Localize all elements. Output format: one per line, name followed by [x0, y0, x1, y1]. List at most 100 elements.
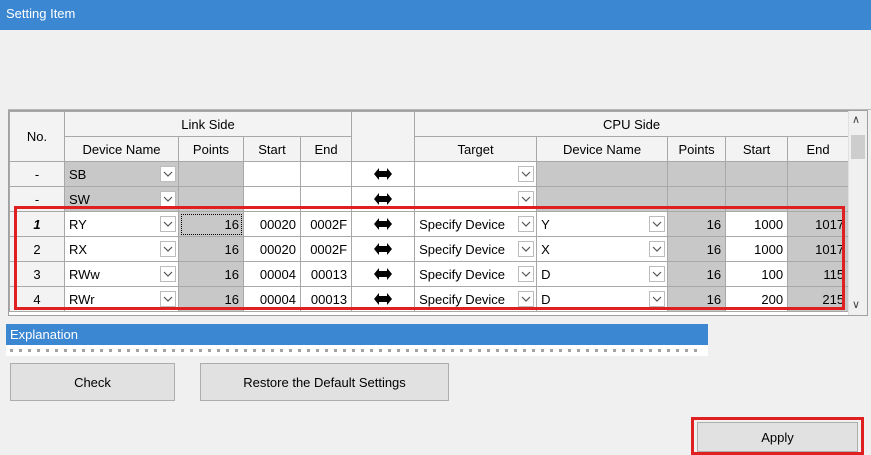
table-row[interactable]: 1 RY 16 00020 0002F Specify Device Y 16 1000 1017: [9, 211, 850, 237]
link-start-cell[interactable]: [243, 161, 301, 187]
link-start-cell[interactable]: 00020: [243, 211, 301, 237]
cpu-start-cell[interactable]: 1000: [725, 236, 789, 262]
link-points-cell-text: 16: [224, 291, 239, 307]
link-device-dropdown-text: SB: [69, 166, 87, 182]
link-end-cell[interactable]: 00013: [299, 261, 353, 287]
cpu-end-cell: 1017: [787, 211, 850, 237]
explanation-title: Explanation: [10, 327, 78, 342]
target-dropdown[interactable]: Specify Device: [414, 261, 538, 287]
cpu-start-cell[interactable]: 100: [725, 261, 789, 287]
link-points-cell-text: 16: [224, 241, 239, 257]
link-points-cell[interactable]: 16: [178, 286, 244, 312]
table-row[interactable]: 2 RX 16 00020 0002F Specify Device X 16 1000 1017: [9, 236, 850, 262]
link-end-cell[interactable]: 0002F: [299, 211, 353, 237]
link-start-cell[interactable]: [243, 186, 301, 212]
explanation-header: Explanation: [6, 324, 708, 345]
link-end-cell[interactable]: 0002F: [299, 236, 353, 262]
cpu-start-cell[interactable]: 1000: [725, 211, 789, 237]
bidirectional-arrow-icon: [351, 211, 416, 237]
target-dropdown[interactable]: Specify Device: [414, 236, 538, 262]
cpu-end-cell: [787, 161, 850, 187]
chevron-down-icon[interactable]: [160, 291, 176, 307]
restore-default-button[interactable]: Restore the Default Settings: [200, 363, 449, 401]
link-side-header: Link Side: [63, 111, 353, 137]
cpu-start-cell[interactable]: 200: [725, 286, 789, 312]
cpu-points-cell-text: 16: [706, 291, 722, 307]
check-button[interactable]: Check: [10, 363, 175, 401]
link-start-cell-text: 00004: [259, 266, 296, 282]
link-points-cell[interactable]: 16: [178, 261, 244, 287]
scroll-down-icon[interactable]: ∨: [852, 298, 860, 311]
link-end-cell[interactable]: [299, 186, 353, 212]
target-dropdown[interactable]: [414, 161, 538, 187]
chevron-down-icon[interactable]: [518, 216, 535, 232]
chevron-down-icon[interactable]: [160, 191, 176, 207]
link-points-cell[interactable]: [178, 186, 244, 212]
chevron-down-icon[interactable]: [649, 266, 666, 282]
cpu-end-cell-text: 215: [822, 291, 845, 307]
target-dropdown[interactable]: Specify Device: [414, 211, 538, 237]
chevron-down-icon[interactable]: [649, 241, 666, 257]
link-end-cell-text: 0002F: [310, 216, 348, 232]
cpu-end-cell: 115: [787, 261, 850, 287]
table-row[interactable]: 3 RWw 16 00004 00013 Specify Device D 16 100 115: [9, 261, 850, 287]
link-device-dropdown[interactable]: RWw: [64, 261, 179, 287]
link-points-cell[interactable]: 16: [178, 236, 244, 262]
target-dropdown[interactable]: [414, 186, 538, 212]
link-start-cell[interactable]: 00020: [243, 236, 301, 262]
link-device-dropdown[interactable]: SB: [64, 161, 179, 187]
cpu-points-cell: 16: [667, 211, 727, 237]
link-points-cell[interactable]: 16: [178, 211, 244, 237]
chevron-down-icon[interactable]: [160, 241, 176, 257]
target-dropdown[interactable]: Specify Device: [414, 286, 538, 312]
chevron-down-icon[interactable]: [518, 266, 535, 282]
cpu-device-name-header: Device Name: [536, 136, 669, 162]
link-end-cell[interactable]: 00013: [299, 286, 353, 312]
link-device-dropdown[interactable]: RY: [64, 211, 179, 237]
top-blank-area: [8, 30, 871, 110]
restore-label: Restore the Default Settings: [243, 374, 406, 390]
cpu-device-dropdown[interactable]: Y: [536, 211, 669, 237]
table-row[interactable]: 4 RWr 16 00004 00013 Specify Device D 16 200 215: [9, 286, 850, 312]
cpu-start-cell-text: 200: [761, 291, 784, 307]
table-row[interactable]: - SB: [9, 161, 850, 187]
cpu-points-cell: 16: [667, 261, 727, 287]
cpu-device-dropdown[interactable]: D: [536, 286, 669, 312]
link-device-dropdown[interactable]: RWr: [64, 286, 179, 312]
cpu-device-dropdown[interactable]: D: [536, 261, 669, 287]
cpu-device-dropdown: [536, 186, 669, 212]
cpu-start-cell-text: 1000: [754, 241, 784, 257]
row-number-text: -: [34, 191, 40, 207]
link-device-dropdown[interactable]: RX: [64, 236, 179, 262]
chevron-down-icon[interactable]: [160, 166, 176, 182]
cpu-device-dropdown-text: D: [541, 291, 551, 307]
table-row[interactable]: - SW: [9, 186, 850, 212]
chevron-down-icon[interactable]: [649, 216, 666, 232]
link-device-dropdown[interactable]: SW: [64, 186, 179, 212]
cpu-device-dropdown-text: Y: [541, 216, 550, 232]
cpu-end-header: End: [787, 136, 850, 162]
col-no-header: No.: [9, 111, 65, 162]
chevron-down-icon[interactable]: [518, 166, 535, 182]
scroll-thumb[interactable]: [851, 135, 865, 159]
chevron-down-icon[interactable]: [160, 216, 176, 232]
cpu-points-cell: [667, 161, 727, 187]
cpu-start-header: Start: [725, 136, 789, 162]
cpu-end-cell: [787, 186, 850, 212]
link-device-dropdown-text: RY: [69, 216, 87, 232]
chevron-down-icon[interactable]: [518, 191, 535, 207]
grid-vertical-scrollbar[interactable]: ∧ ∨: [848, 111, 867, 315]
link-start-cell[interactable]: 00004: [243, 286, 301, 312]
chevron-down-icon[interactable]: [649, 291, 666, 307]
cpu-device-dropdown[interactable]: X: [536, 236, 669, 262]
link-start-cell[interactable]: 00004: [243, 261, 301, 287]
row-number-text: 3: [33, 266, 41, 282]
chevron-down-icon[interactable]: [518, 291, 535, 307]
cpu-end-cell-text: 1017: [815, 216, 845, 232]
chevron-down-icon[interactable]: [160, 266, 176, 282]
link-end-cell[interactable]: [299, 161, 353, 187]
link-points-cell[interactable]: [178, 161, 244, 187]
scroll-up-icon[interactable]: ∧: [852, 113, 860, 126]
apply-highlight-box: [691, 417, 864, 455]
chevron-down-icon[interactable]: [518, 241, 535, 257]
